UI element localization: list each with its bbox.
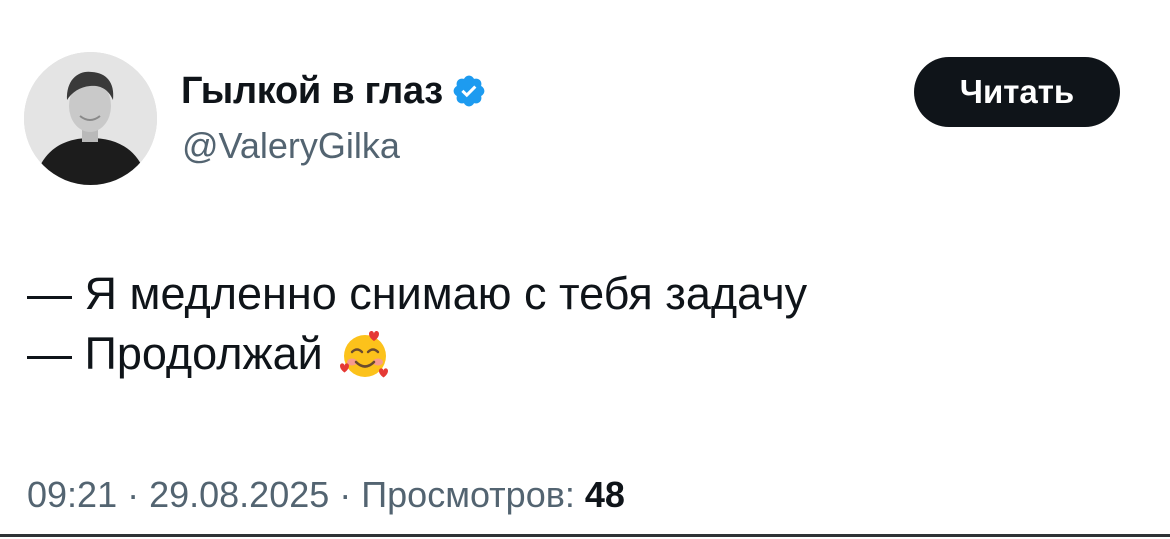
tweet-line-2: — Продолжай [27,324,807,384]
smiling-face-with-hearts-icon [339,331,388,378]
follow-button[interactable]: Читать [914,57,1120,127]
tweet-meta: 09:21 · 29.08.2025 · Просмотров: 48 [27,473,625,517]
bottom-divider [0,534,1170,537]
author-handle[interactable]: @ValeryGilka [182,124,400,168]
tweet-line-text: — Я медленно снимаю с тебя задачу [27,268,808,319]
meta-separator: · [117,474,150,515]
tweet-time[interactable]: 09:21 [27,473,117,517]
author-name-row: Гылкой в глаз [181,68,487,114]
avatar[interactable] [24,52,157,185]
tweet-line-text: — Продолжай [27,328,323,379]
views-count: 48 [584,474,625,515]
tweet-line-1: — Я медленно снимаю с тебя задачу [27,264,807,324]
verified-badge-icon [453,75,485,107]
avatar-photo [24,52,157,185]
author-display-name[interactable]: Гылкой в глаз [181,68,443,114]
views-label: Просмотров: [361,474,585,515]
tweet-date[interactable]: 29.08.2025 [149,473,329,517]
tweet-text: — Я медленно снимаю с тебя задачу — Прод… [27,264,807,384]
meta-separator: · [329,474,362,515]
